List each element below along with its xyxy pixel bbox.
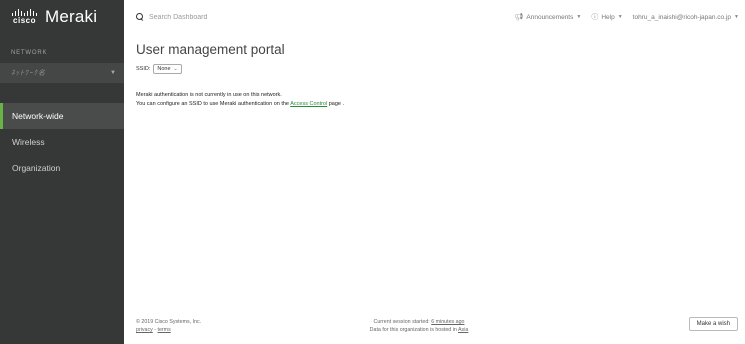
- access-control-link[interactable]: Access Control: [290, 101, 327, 107]
- announcements-menu[interactable]: 📢︎ Announcements ▼: [514, 13, 582, 22]
- chevron-down-icon: ⌄: [173, 66, 178, 72]
- sidebar-item-label: Network-wide: [12, 111, 64, 121]
- help-circle-icon: ⓘ: [591, 14, 599, 21]
- sidebar-item-network-wide[interactable]: Network-wide: [0, 103, 124, 129]
- chevron-down-icon: ▼: [617, 14, 623, 20]
- footer-session-info: Current session started: 6 minutes ago D…: [124, 318, 654, 334]
- chevron-down-icon: ▼: [576, 14, 582, 20]
- ssid-row: SSID: None ⌄: [136, 64, 745, 74]
- network-selector[interactable]: ﾈｯﾄﾜｰｸ名 ▼: [0, 63, 124, 83]
- sidebar: cisco Meraki NETWORK ﾈｯﾄﾜｰｸ名 ▼ Network-w…: [0, 0, 124, 344]
- megaphone-icon: 📢︎: [514, 14, 524, 21]
- user-menu[interactable]: tohru_a_inaishi@ricoh-japan.co.jp ▼: [633, 14, 739, 21]
- hosted-line: Data for this organization is hosted in …: [184, 326, 654, 334]
- page-title: User management portal: [136, 42, 285, 57]
- chevron-down-icon: ▼: [734, 14, 739, 20]
- make-a-wish-button[interactable]: Make a wish: [688, 317, 738, 331]
- network-name: ﾈｯﾄﾜｰｸ名: [11, 70, 46, 77]
- sidebar-nav: Network-wide Wireless Organization: [0, 103, 124, 181]
- chevron-down-icon: ▼: [110, 70, 116, 76]
- session-line: Current session started: 6 minutes ago: [184, 318, 654, 326]
- announcements-label: Announcements: [526, 13, 574, 21]
- sidebar-item-wireless[interactable]: Wireless: [0, 129, 124, 155]
- user-email: tohru_a_inaishi@ricoh-japan.co.jp: [632, 13, 732, 21]
- brand-logo[interactable]: cisco Meraki: [0, 0, 124, 34]
- sidebar-item-label: Organization: [12, 163, 61, 173]
- cisco-wordmark: cisco: [13, 16, 36, 25]
- ssid-value: None: [157, 66, 171, 72]
- sidebar-item-label: Wireless: [12, 137, 45, 147]
- info-message: Meraki authentication is not currently i…: [136, 91, 745, 109]
- session-prefix: Current session started:: [373, 319, 430, 325]
- sidebar-item-organization[interactable]: Organization: [0, 155, 124, 181]
- help-label: Help: [601, 13, 615, 21]
- ssid-select[interactable]: None ⌄: [153, 64, 182, 74]
- network-label: NETWORK: [11, 50, 48, 56]
- search-input[interactable]: [149, 13, 399, 21]
- top-right-menu: 📢︎ Announcements ▼ ⓘ Help ▼ tohru_a_inai…: [515, 12, 745, 22]
- search-icon[interactable]: [136, 13, 144, 21]
- top-bar: 📢︎ Announcements ▼ ⓘ Help ▼ tohru_a_inai…: [124, 0, 745, 34]
- info-line-2-prefix: You can configure an SSID to use Meraki …: [136, 101, 289, 107]
- info-line-1: Meraki authentication is not currently i…: [136, 92, 282, 98]
- ssid-label: SSID:: [136, 66, 151, 72]
- cisco-logo-icon: cisco: [12, 9, 37, 25]
- info-line-2: You can configure an SSID to use Meraki …: [136, 100, 745, 109]
- product-name: Meraki: [45, 7, 98, 26]
- hosted-prefix: Data for this organization is hosted in: [369, 327, 457, 333]
- main-content: User management portal SSID: None ⌄ Mera…: [124, 34, 745, 310]
- footer: © 2019 Cisco Systems, Inc. privacy - ter…: [124, 310, 745, 344]
- hosted-region-link[interactable]: Asia: [458, 327, 468, 333]
- help-menu[interactable]: ⓘ Help ▼: [591, 12, 622, 22]
- info-line-2-suffix: page .: [328, 101, 345, 107]
- session-time-link[interactable]: 6 minutes ago: [431, 319, 464, 325]
